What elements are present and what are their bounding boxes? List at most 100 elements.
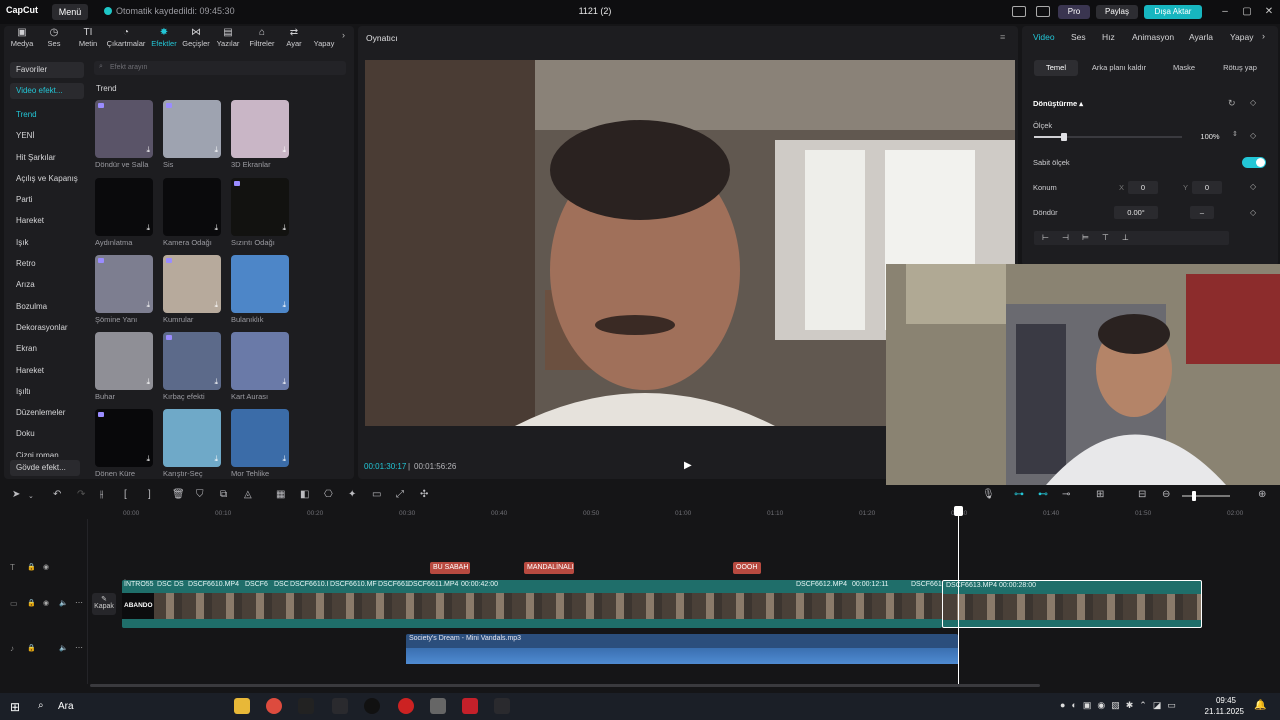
category-item[interactable]: YENİ [10, 125, 84, 146]
chevron-right-icon[interactable]: › [342, 30, 345, 40]
more-icon[interactable]: ⋯ [75, 598, 83, 607]
text-clip[interactable]: BU SABAH [430, 562, 470, 574]
position-y-input[interactable]: 0 [1192, 181, 1222, 194]
file-explorer-icon[interactable] [234, 698, 250, 714]
scale-slider[interactable] [1034, 133, 1182, 141]
timeline-scrollbar[interactable] [90, 684, 1040, 687]
chevron-right-icon[interactable]: › [1262, 31, 1265, 41]
scale-value[interactable]: 100% [1190, 130, 1230, 143]
export-button[interactable]: Dışa Aktar [1144, 5, 1202, 19]
capcut-icon-2[interactable] [494, 698, 510, 714]
download-icon[interactable]: ⤓ [146, 454, 150, 464]
crop-icon[interactable]: ⧉ [220, 489, 227, 500]
speaker-icon[interactable]: 🔈 [59, 599, 68, 607]
play-icon[interactable]: ▶ [684, 460, 692, 471]
shortcuts-icon[interactable] [1036, 6, 1050, 17]
tab-adjust[interactable]: Ayarla [1189, 32, 1213, 42]
magnet-icon[interactable]: ⊷ [1038, 489, 1048, 500]
text-clip[interactable]: OOOH [733, 562, 761, 574]
chevron-down-icon[interactable]: ⌄ [28, 492, 34, 500]
category-item[interactable]: Işık [10, 232, 84, 253]
zoom-out-icon[interactable]: ⊖ [1162, 489, 1170, 500]
link-icon[interactable]: ⊶ [1014, 489, 1024, 500]
app-r-icon[interactable] [298, 698, 314, 714]
subtab-mask[interactable]: Maske [1162, 60, 1206, 76]
video-clip-selected[interactable]: DSCF6613.MP4 00:00:28:00 [942, 580, 1202, 628]
minimize-icon[interactable]: – [1218, 5, 1232, 19]
rotate-input[interactable]: 0.00° [1114, 206, 1158, 219]
category-item[interactable]: Çizgi roman [10, 445, 84, 457]
zoom-slider[interactable] [1182, 491, 1230, 501]
download-icon[interactable]: ⤓ [214, 454, 218, 464]
intro-clip[interactable]: ABANDO [122, 593, 154, 619]
category-item[interactable]: Bozulma [10, 296, 84, 317]
category-video-effects[interactable]: Video efekt... [10, 83, 84, 99]
download-icon[interactable]: ⤓ [214, 300, 218, 310]
position-x-input[interactable]: 0 [1128, 181, 1158, 194]
subtab-retouch[interactable]: Rötuş yap [1214, 60, 1266, 76]
keyframe-icon[interactable]: ◇ [1250, 208, 1256, 217]
search-input[interactable]: Efekt arayın [94, 61, 346, 75]
text-clip[interactable]: MANDALİNALI [524, 562, 574, 574]
lock-icon[interactable]: 🔒 [27, 599, 36, 607]
chrome-icon[interactable] [266, 698, 282, 714]
redo-icon[interactable]: ↷ [77, 489, 85, 500]
category-favorites[interactable]: Favoriler [10, 62, 84, 78]
maximize-icon[interactable]: ▢ [1240, 5, 1254, 19]
keyframe-icon[interactable]: ◇ [1250, 182, 1256, 191]
download-icon[interactable]: ⤓ [146, 223, 150, 233]
download-icon[interactable]: ⤓ [282, 300, 286, 310]
layout-icon[interactable] [1012, 6, 1026, 17]
category-item[interactable]: Trend [10, 104, 84, 125]
effect-card[interactable]: ⤓ Kart Aurası [231, 332, 289, 404]
effect-card[interactable]: ⤓ Karıştır-Seç [163, 409, 221, 481]
effect-card[interactable]: ⤓ Buhar [95, 332, 153, 404]
transform-header[interactable]: Dönüştürme ▴ [1033, 99, 1083, 108]
snap-icon[interactable]: ⊞ [1096, 489, 1104, 500]
category-item[interactable]: Düzenlemeler [10, 402, 84, 423]
category-item[interactable]: Retro [10, 253, 84, 274]
download-icon[interactable]: ⤓ [282, 223, 286, 233]
cover-button[interactable]: ✎ Kapak [92, 593, 116, 615]
split-left-icon[interactable]: [ [124, 489, 127, 500]
pro-button[interactable]: Pro [1058, 5, 1090, 19]
category-body-effects[interactable]: Gövde efekt... [10, 460, 80, 476]
microphone-icon[interactable]: 🎙 [982, 489, 995, 500]
shield-icon[interactable]: ⛉ [196, 489, 204, 500]
subtitle-icon[interactable]: ▭ [372, 489, 381, 500]
system-tray-icons[interactable]: ●◐▣◉▧✱⌃◪▭ [1060, 700, 1182, 711]
audio-app-icon[interactable] [430, 698, 446, 714]
speed-icon[interactable]: ◬ [244, 489, 252, 500]
playhead[interactable] [958, 508, 959, 684]
download-icon[interactable]: ⤓ [146, 300, 150, 310]
speaker-icon[interactable]: 🔈 [59, 644, 68, 652]
undo-icon[interactable]: ↶ [53, 489, 61, 500]
category-item[interactable]: Dekorasyonlar [10, 317, 84, 338]
category-item[interactable]: Hit Şarkılar [10, 147, 84, 168]
preview-axis-icon[interactable]: ⊸ [1062, 489, 1070, 500]
delete-icon[interactable]: 🗑 [172, 489, 185, 500]
keyframe-icon[interactable]: ◇ [1250, 131, 1256, 140]
tab-video[interactable]: Video [1033, 32, 1055, 42]
effect-card[interactable]: ⤓ Aydınlatma [95, 178, 153, 250]
tab-audio[interactable]: Ses [1071, 32, 1086, 42]
tab-speed[interactable]: Hız [1102, 32, 1115, 42]
stepper-icon[interactable]: ⇕ [1232, 130, 1238, 138]
capcut-icon[interactable] [332, 698, 348, 714]
category-item[interactable]: Açılış ve Kapanış [10, 168, 84, 189]
menu-button[interactable]: Menü [52, 4, 88, 20]
resize-icon[interactable]: ⤢ [396, 489, 404, 500]
uniform-scale-toggle[interactable] [1242, 157, 1266, 168]
category-item[interactable]: Parti [10, 189, 84, 210]
category-item[interactable]: Ekran [10, 338, 84, 359]
category-item[interactable]: Arıza [10, 274, 84, 295]
effect-card[interactable]: ⤓ Sis [163, 100, 221, 172]
tool-tab-ai[interactable]: Yapay [304, 26, 344, 52]
zoom-slider-knob[interactable] [1192, 491, 1196, 501]
share-button[interactable]: Paylaş [1096, 5, 1138, 19]
eye-icon[interactable]: ◉ [43, 599, 49, 607]
reset-icon[interactable]: ↻ [1228, 98, 1236, 109]
download-icon[interactable]: ⤓ [214, 145, 218, 155]
windows-start-icon[interactable]: ⊞ [10, 700, 20, 714]
caption-toggle-icon[interactable]: ⊟ [1138, 489, 1146, 500]
